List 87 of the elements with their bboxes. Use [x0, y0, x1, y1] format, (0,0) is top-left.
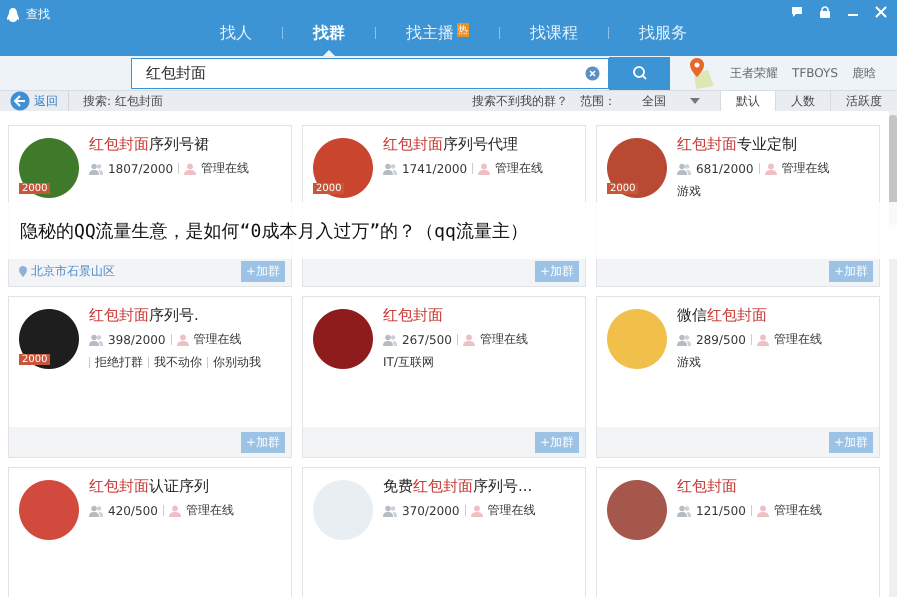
search-field[interactable]: 红包封面: [131, 58, 609, 88]
group-name: 红包封面: [677, 477, 738, 496]
person-icon: [462, 334, 475, 346]
group-name: 免费红包封面序列号...: [383, 477, 534, 496]
member-count: 370/2000: [402, 504, 460, 518]
group-category: 游戏: [677, 183, 702, 200]
search-query-label: 搜索: 红包封面: [83, 92, 163, 110]
nav-tab[interactable]: 找人: [190, 23, 282, 56]
range-dropdown[interactable]: 全国: [642, 92, 700, 110]
person-icon: [756, 334, 769, 346]
member-count: 420/500: [108, 504, 158, 518]
hot-keyword-link[interactable]: 鹿晗: [852, 64, 876, 82]
nav-tab[interactable]: 找课程: [500, 23, 608, 56]
members-icon: [677, 504, 691, 516]
person-icon: [764, 162, 776, 174]
group-card[interactable]: 红包封面认证序列 420/500 管理在线: [8, 467, 292, 597]
close-icon[interactable]: [875, 6, 887, 18]
search-button[interactable]: [609, 56, 670, 90]
admin-status: 管理在线: [774, 502, 822, 519]
nav-tab[interactable]: 找群: [283, 23, 375, 56]
hot-keyword-link[interactable]: TFBOYS: [792, 66, 838, 80]
group-name: 红包封面序列号代理: [383, 135, 519, 154]
group-card[interactable]: 红包封面 121/500 管理在线: [596, 467, 880, 597]
clear-icon[interactable]: [585, 66, 600, 80]
member-count: 289/500: [696, 332, 746, 346]
member-count: 1741/2000: [402, 162, 468, 176]
members-icon: [383, 504, 397, 516]
hot-keyword-link[interactable]: 王者荣耀: [730, 64, 778, 82]
person-icon: [756, 504, 769, 516]
admin-status: 管理在线: [774, 331, 822, 348]
members-icon: [677, 162, 691, 174]
search-icon: [632, 65, 648, 81]
group-name: 红包封面: [383, 306, 444, 325]
capacity-badge: 2000: [313, 183, 344, 194]
capacity-badge: 2000: [607, 183, 638, 194]
member-count: 398/2000: [108, 332, 166, 346]
location-pin-icon: [19, 266, 27, 276]
group-card[interactable]: 微信红包封面 289/500 管理在线 游戏 +加群: [596, 296, 880, 458]
person-icon: [176, 334, 188, 346]
nav-tab[interactable]: 找主播 热: [376, 23, 499, 56]
admin-status: 管理在线: [480, 331, 528, 348]
member-count: 267/500: [402, 332, 452, 346]
group-name: 红包封面序列号裙: [89, 135, 210, 154]
admin-status: 管理在线: [186, 502, 234, 519]
members-icon: [677, 334, 691, 346]
group-name: 微信红包封面: [677, 306, 768, 325]
admin-status: 管理在线: [782, 160, 830, 177]
members-icon: [89, 162, 103, 174]
location-label: 北京市石景山区: [19, 262, 115, 280]
person-icon: [470, 504, 482, 516]
person-icon: [168, 504, 181, 516]
window-title: 查找: [26, 6, 50, 23]
group-card[interactable]: 红包封面 267/500 管理在线 IT/互联网 +加群: [302, 296, 586, 458]
help-link[interactable]: 搜索不到我的群？: [472, 92, 568, 110]
members-icon: [89, 334, 103, 346]
range-label: 范围：: [580, 92, 616, 110]
admin-status: 管理在线: [495, 160, 544, 177]
capacity-badge: 2000: [19, 183, 50, 194]
group-tag: 拒绝打群: [95, 354, 143, 371]
group-name: 红包封面认证序列: [89, 477, 210, 496]
person-icon: [478, 162, 490, 174]
group-name: 红包封面专业定制: [677, 135, 798, 154]
group-tag: 我不动你: [154, 354, 202, 371]
penguin-icon: [6, 6, 20, 22]
lock-icon[interactable]: [819, 6, 831, 18]
members-icon: [383, 162, 397, 174]
capacity-badge: 2000: [19, 354, 50, 365]
member-count: 1807/2000: [108, 162, 174, 176]
group-category: 游戏: [677, 354, 702, 371]
admin-status: 管理在线: [201, 160, 250, 177]
member-count: 121/500: [696, 504, 746, 518]
group-card[interactable]: 2000 红包封面序列号. 398/2000 管理在线 拒绝打群 我不动你 你别动我 +加群: [8, 296, 292, 458]
sort-tab[interactable]: 默认: [720, 91, 775, 111]
hot-badge: 热: [457, 23, 469, 37]
caret-icon: [690, 98, 700, 104]
group-card[interactable]: 免费红包封面序列号... 370/2000 管理在线: [302, 467, 586, 597]
group-category: IT/互联网: [383, 354, 435, 371]
nav-tab[interactable]: 找服务: [609, 23, 717, 56]
members-icon: [89, 504, 103, 516]
admin-status: 管理在线: [488, 502, 536, 519]
feedback-icon[interactable]: [791, 6, 803, 18]
person-icon: [184, 162, 196, 174]
group-tag: 你别动我: [213, 354, 261, 371]
members-icon: [383, 334, 397, 346]
group-name: 红包封面序列号.: [89, 306, 200, 325]
member-count: 681/2000: [696, 162, 754, 176]
admin-status: 管理在线: [194, 331, 242, 348]
